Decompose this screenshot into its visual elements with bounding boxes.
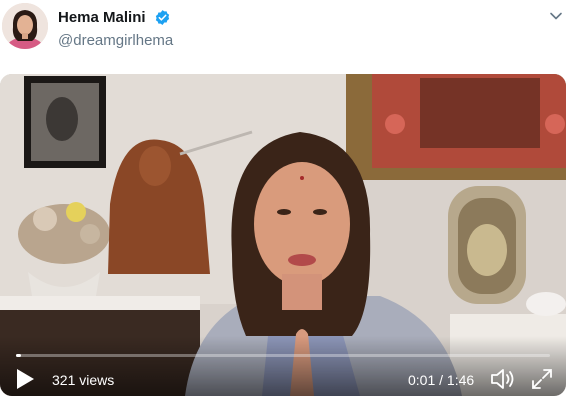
tweet-header: Hema Malini @dreamgirlhema: [0, 0, 566, 70]
verified-badge-icon: [154, 9, 171, 26]
video-player[interactable]: 321 views 0:01 / 1:46: [0, 74, 566, 396]
avatar[interactable]: [2, 3, 48, 49]
time-display: 0:01 / 1:46: [408, 372, 475, 388]
progress-bar[interactable]: [16, 354, 550, 357]
view-count: 321 views: [52, 372, 115, 388]
user-handle[interactable]: @dreamgirlhema: [58, 32, 173, 49]
progress-fill: [16, 354, 22, 357]
volume-icon[interactable]: [490, 367, 516, 391]
chevron-down-icon[interactable]: [548, 8, 564, 24]
video-controls: 321 views 0:01 / 1:46: [0, 336, 566, 396]
play-icon[interactable]: [14, 367, 36, 391]
user-names: Hema Malini @dreamgirlhema: [58, 9, 173, 49]
fullscreen-icon[interactable]: [530, 367, 554, 391]
display-name[interactable]: Hema Malini: [58, 9, 146, 26]
